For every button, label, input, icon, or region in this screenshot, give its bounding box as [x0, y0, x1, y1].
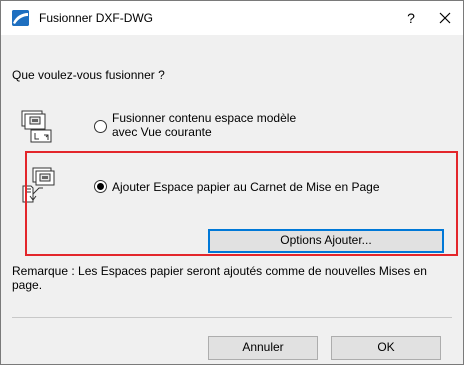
- merge-model-space-radio[interactable]: [94, 120, 107, 133]
- dialog-window: Fusionner DXF-DWG ? Que voulez-vous fusi…: [0, 0, 464, 365]
- help-button[interactable]: ?: [399, 7, 423, 29]
- close-button[interactable]: [433, 7, 457, 29]
- archicad-icon: [12, 10, 29, 26]
- question-label: Que voulez-vous fusionner ?: [12, 68, 165, 82]
- title-bar[interactable]: Fusionner DXF-DWG ?: [1, 1, 463, 35]
- ok-button[interactable]: OK: [331, 336, 441, 360]
- highlight-box: [25, 151, 458, 256]
- window-title: Fusionner DXF-DWG: [39, 11, 154, 25]
- note-text: Remarque : Les Espaces papier seront ajo…: [12, 264, 427, 292]
- model-space-merge-icon: [19, 109, 59, 148]
- cancel-button[interactable]: Annuler: [208, 336, 318, 360]
- merge-model-space-label[interactable]: Fusionner contenu espace modèle avec Vue…: [112, 111, 312, 139]
- close-icon: [439, 12, 451, 24]
- divider: [12, 317, 452, 318]
